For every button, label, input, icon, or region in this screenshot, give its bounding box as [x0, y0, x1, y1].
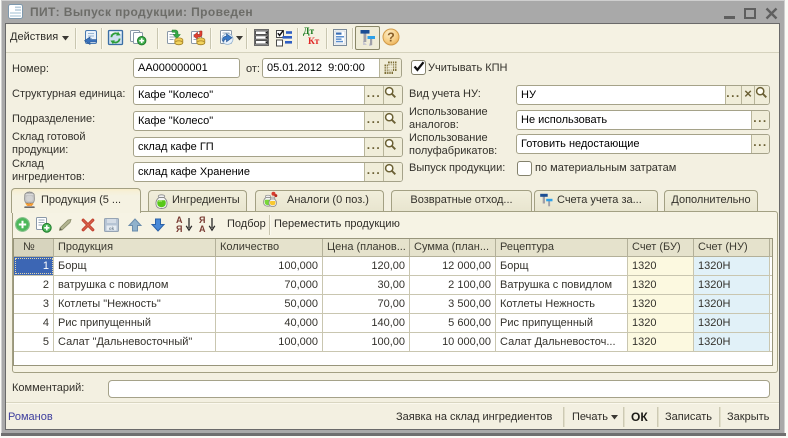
svg-text:?: ?	[387, 31, 395, 45]
svg-text:ok: ok	[109, 226, 115, 231]
